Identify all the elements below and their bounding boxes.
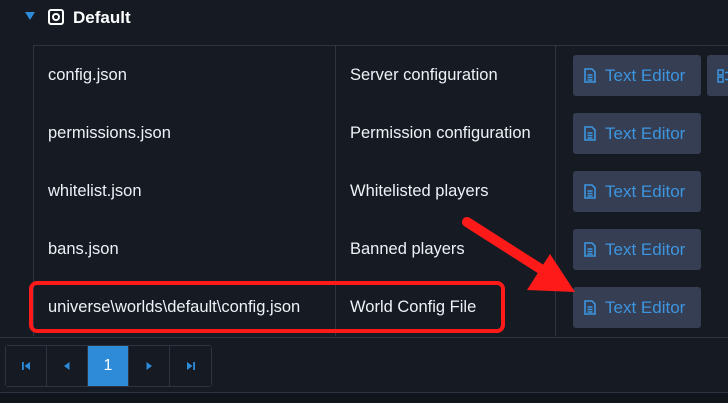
- table-row: config.json Server configuration Text Ed…: [33, 46, 728, 104]
- section-header[interactable]: Default: [0, 0, 728, 36]
- text-editor-label: Text Editor: [605, 123, 686, 143]
- text-editor-button[interactable]: Text Editor: [573, 113, 701, 154]
- text-editor-label: Text Editor: [605, 181, 686, 201]
- table-row: permissions.json Permission configuratio…: [33, 104, 728, 162]
- next-page-button[interactable]: [129, 346, 170, 386]
- file-name-cell: config.json: [33, 46, 336, 104]
- gear-icon: [48, 9, 64, 25]
- text-editor-label: Text Editor: [605, 239, 686, 259]
- description-cell: Server configuration: [336, 46, 556, 104]
- actions-cell: Text Editor: [556, 46, 728, 104]
- form-icon: [717, 68, 728, 83]
- table-row: bans.json Banned players Text Editor: [33, 220, 728, 278]
- page-number-button[interactable]: 1: [88, 346, 129, 386]
- next-page-icon: [146, 362, 152, 370]
- last-page-icon: [186, 362, 195, 370]
- text-editor-button[interactable]: Text Editor: [573, 287, 701, 328]
- text-editor-label: Text Editor: [605, 65, 686, 85]
- text-editor-button[interactable]: Text Editor: [573, 171, 701, 212]
- file-text-icon: [584, 184, 596, 199]
- red-arrow-annotation: [462, 217, 575, 292]
- file-text-icon: [584, 126, 596, 141]
- caret-down-icon[interactable]: [24, 11, 36, 21]
- bottom-bar: [0, 392, 728, 403]
- pagination-bar: 1: [0, 337, 728, 392]
- description-cell: Permission configuration: [336, 104, 556, 162]
- text-editor-label: Text Editor: [605, 297, 686, 317]
- section-title: Default: [73, 8, 131, 27]
- prev-page-button[interactable]: [47, 346, 88, 386]
- file-text-icon: [584, 68, 596, 83]
- file-name-cell: universe\worlds\default\config.json: [33, 278, 336, 336]
- pager: 1: [5, 345, 212, 387]
- file-name-cell: whitelist.json: [33, 162, 336, 220]
- prev-page-icon: [64, 362, 70, 370]
- actions-cell: Text Editor: [556, 104, 728, 162]
- file-name-cell: bans.json: [33, 220, 336, 278]
- config-files-table: config.json Server configuration Text Ed…: [33, 45, 728, 336]
- extra-editor-button[interactable]: [707, 55, 728, 96]
- first-page-icon: [22, 362, 30, 370]
- file-text-icon: [584, 300, 596, 315]
- last-page-button[interactable]: [170, 346, 211, 386]
- table-row: universe\worlds\default\config.json Worl…: [33, 278, 728, 336]
- table-row: whitelist.json Whitelisted players Text …: [33, 162, 728, 220]
- text-editor-button[interactable]: Text Editor: [573, 55, 701, 96]
- file-name-cell: permissions.json: [33, 104, 336, 162]
- first-page-button[interactable]: [6, 346, 47, 386]
- file-text-icon: [584, 242, 596, 257]
- text-editor-button[interactable]: Text Editor: [573, 229, 701, 270]
